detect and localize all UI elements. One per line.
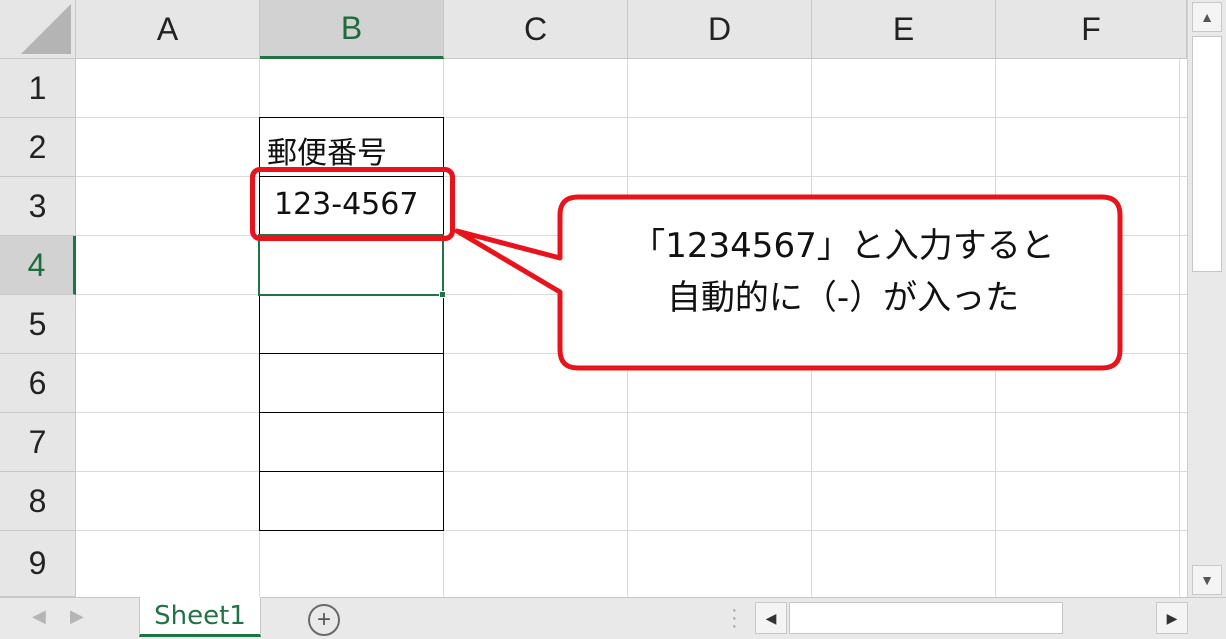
gridline xyxy=(995,59,996,597)
column-header-c[interactable]: C xyxy=(444,0,628,59)
column-label: C xyxy=(523,10,548,47)
row-label: 8 xyxy=(28,482,47,519)
sheet-prev-arrow-icon[interactable]: ◀ xyxy=(32,606,46,627)
column-label: A xyxy=(156,10,179,47)
cell-b5[interactable] xyxy=(259,294,444,354)
row-label: 1 xyxy=(28,69,47,106)
callout-text: 「1234567」と入力すると 自動的に（-）が入った xyxy=(565,220,1121,324)
row-header-6[interactable]: 6 xyxy=(0,354,76,413)
cell-b7[interactable] xyxy=(259,412,444,472)
vertical-scroll-thumb[interactable] xyxy=(1192,36,1222,272)
highlight-box xyxy=(250,167,455,241)
row-label: 3 xyxy=(28,187,47,224)
row-label: 4 xyxy=(27,246,46,283)
row-header-1[interactable]: 1 xyxy=(0,59,76,118)
callout-line-1: 「1234567」と入力すると xyxy=(631,226,1055,266)
fill-handle[interactable] xyxy=(439,291,446,298)
row-header-9[interactable]: 9 xyxy=(0,531,76,597)
gridline xyxy=(76,353,1187,354)
scroll-up-arrow-icon[interactable]: ▲ xyxy=(1192,2,1222,32)
gridline xyxy=(627,59,628,597)
column-label: E xyxy=(892,10,915,47)
gridline xyxy=(76,471,1187,472)
row-header-3[interactable]: 3 xyxy=(0,177,76,236)
column-header-a[interactable]: A xyxy=(76,0,260,59)
select-all-triangle-icon xyxy=(21,4,71,54)
callout-line-2: 自動的に（-）が入った xyxy=(666,278,1020,318)
add-sheet-icon[interactable]: + xyxy=(308,604,340,636)
cell-b2-text: 郵便番号 xyxy=(267,136,387,171)
horizontal-scroll-thumb[interactable] xyxy=(789,602,1063,634)
scroll-left-arrow-icon[interactable]: ◀ xyxy=(755,602,787,634)
column-header-d[interactable]: D xyxy=(628,0,812,59)
sheet-next-arrow-icon[interactable]: ▶ xyxy=(70,606,84,627)
row-label: 5 xyxy=(28,305,47,342)
column-header-b[interactable]: B xyxy=(260,0,444,59)
sheet-tab-sheet1[interactable]: Sheet1 xyxy=(139,597,261,637)
gridline xyxy=(76,117,1187,118)
column-label: B xyxy=(340,9,363,46)
vertical-scrollbar[interactable]: ▲ ▼ xyxy=(1187,0,1226,597)
cell-b6[interactable] xyxy=(259,353,444,413)
row-label: 6 xyxy=(28,364,47,401)
column-label: F xyxy=(1081,10,1101,47)
row-header-4[interactable]: 4 xyxy=(0,236,76,295)
scroll-right-arrow-icon[interactable]: ▶ xyxy=(1156,602,1188,634)
scroll-down-arrow-icon[interactable]: ▼ xyxy=(1192,565,1222,595)
row-header-2[interactable]: 2 xyxy=(0,118,76,177)
row-header-8[interactable]: 8 xyxy=(0,472,76,531)
column-label: D xyxy=(707,10,732,47)
splitter-handle-icon[interactable]: · · · xyxy=(731,600,738,636)
select-all-button[interactable] xyxy=(0,0,76,59)
sheet-bar: ◀ ▶ Sheet1 + · · · ◀ ▶ xyxy=(0,597,1226,639)
row-label: 7 xyxy=(28,423,47,460)
gridline xyxy=(76,176,1187,177)
gridline xyxy=(811,59,812,597)
column-header-f[interactable]: F xyxy=(996,0,1187,59)
gridline xyxy=(76,412,1187,413)
gridline xyxy=(1179,59,1180,597)
row-header-7[interactable]: 7 xyxy=(0,413,76,472)
gridline xyxy=(76,530,1187,531)
row-label: 9 xyxy=(28,545,47,581)
row-header-5[interactable]: 5 xyxy=(0,295,76,354)
cell-b8[interactable] xyxy=(259,471,444,531)
column-header-e[interactable]: E xyxy=(812,0,996,59)
active-cell-selection[interactable] xyxy=(258,234,444,296)
sheet-tab-label: Sheet1 xyxy=(154,600,246,631)
cell-grid[interactable] xyxy=(76,59,1187,597)
row-label: 2 xyxy=(28,128,47,165)
